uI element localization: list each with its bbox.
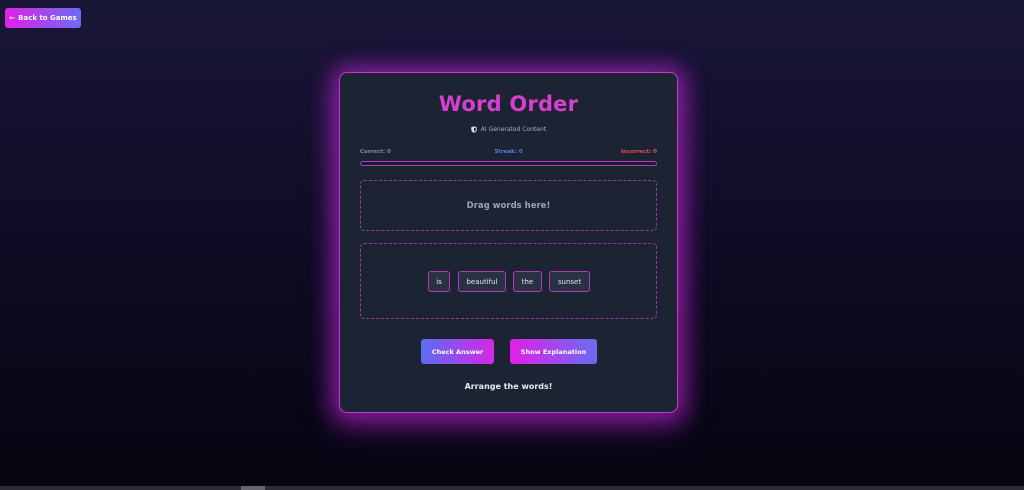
- horizontal-scrollbar[interactable]: [0, 486, 1024, 490]
- ai-generated-badge: AI Generated Content: [340, 126, 677, 133]
- check-answer-button[interactable]: Check Answer: [421, 339, 494, 364]
- word-bank: is beautiful the sunset: [360, 243, 657, 319]
- word-tile[interactable]: is: [428, 271, 450, 292]
- incorrect-count: Incorrect: 0: [621, 149, 657, 155]
- scrollbar-thumb[interactable]: [241, 486, 265, 490]
- status-message: Arrange the words!: [464, 382, 553, 391]
- game-card: Word Order AI Generated Content Correct:…: [339, 72, 678, 413]
- game-title: Word Order: [438, 92, 579, 116]
- streak-count: Streak: 0: [494, 149, 523, 155]
- drop-zone-placeholder: Drag words here!: [466, 200, 551, 211]
- word-tile[interactable]: sunset: [549, 271, 590, 292]
- stats-bar: Correct: 0 Streak: 0 Incorrect: 0: [360, 149, 657, 157]
- back-to-games-button[interactable]: ← Back to Games: [5, 8, 81, 28]
- progress-bar: [360, 161, 657, 166]
- arrow-left-icon: ←: [9, 14, 16, 22]
- ai-badge-label: AI Generated Content: [480, 126, 547, 133]
- sentence-drop-zone[interactable]: Drag words here!: [360, 180, 657, 231]
- word-tile[interactable]: the: [513, 271, 542, 292]
- show-explanation-button[interactable]: Show Explanation: [510, 339, 597, 364]
- shield-icon: [471, 126, 477, 133]
- word-tile[interactable]: beautiful: [458, 271, 506, 292]
- back-button-label: Back to Games: [18, 14, 77, 22]
